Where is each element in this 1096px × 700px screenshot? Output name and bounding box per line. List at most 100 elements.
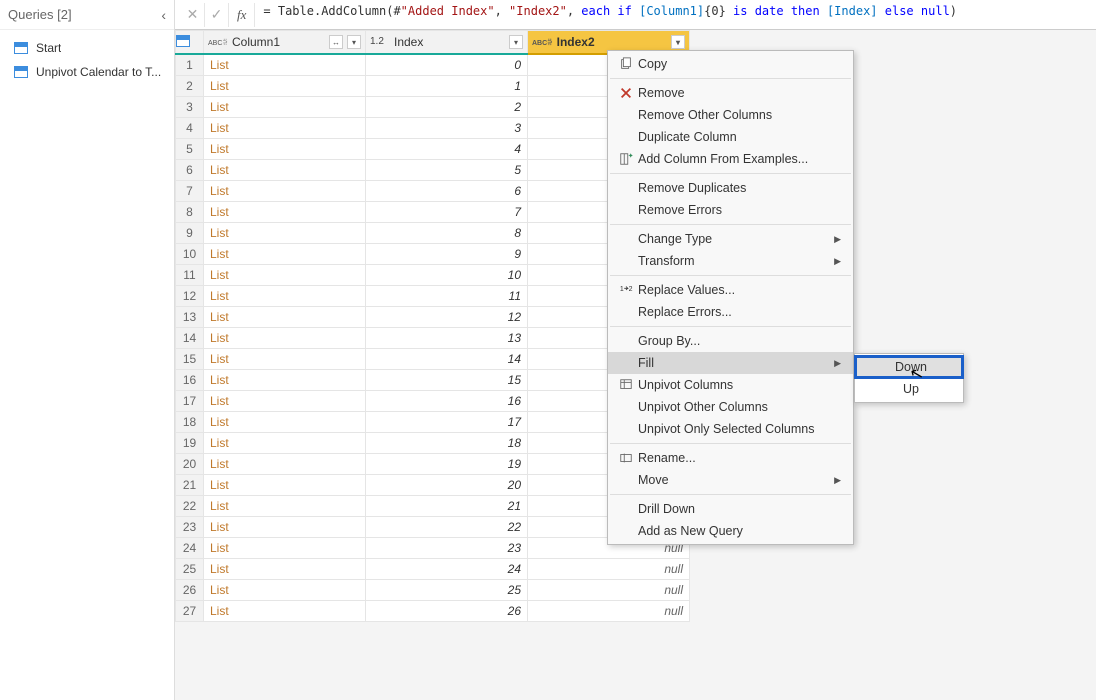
cell-column1[interactable]: List <box>204 600 366 621</box>
cell-index[interactable]: 18 <box>366 432 528 453</box>
menu-replace-values[interactable]: 12 Replace Values... <box>608 279 853 301</box>
cancel-formula-button[interactable]: ✕ <box>181 3 205 27</box>
row-number[interactable]: 2 <box>176 75 204 96</box>
menu-move[interactable]: Move ▶ <box>608 469 853 491</box>
menu-add-from-examples[interactable]: ✦ Add Column From Examples... <box>608 148 853 170</box>
menu-remove-duplicates[interactable]: Remove Duplicates <box>608 177 853 199</box>
row-number[interactable]: 21 <box>176 474 204 495</box>
cell-column1[interactable]: List <box>204 516 366 537</box>
row-number[interactable]: 1 <box>176 54 204 75</box>
column-dropdown-icon[interactable]: ▾ <box>347 35 361 49</box>
cell-column1[interactable]: List <box>204 75 366 96</box>
row-number[interactable]: 18 <box>176 411 204 432</box>
row-number[interactable]: 7 <box>176 180 204 201</box>
cell-index[interactable]: 6 <box>366 180 528 201</box>
cell-index2[interactable]: null <box>528 558 690 579</box>
cell-column1[interactable]: List <box>204 558 366 579</box>
menu-replace-errors[interactable]: Replace Errors... <box>608 301 853 323</box>
cell-index2[interactable]: null <box>528 579 690 600</box>
row-number[interactable]: 6 <box>176 159 204 180</box>
cell-column1[interactable]: List <box>204 243 366 264</box>
row-number[interactable]: 14 <box>176 327 204 348</box>
cell-column1[interactable]: List <box>204 474 366 495</box>
row-number[interactable]: 20 <box>176 453 204 474</box>
cell-column1[interactable]: List <box>204 327 366 348</box>
cell-index[interactable]: 25 <box>366 579 528 600</box>
collapse-panel-icon[interactable]: ‹ <box>161 7 166 23</box>
row-number[interactable]: 3 <box>176 96 204 117</box>
cell-column1[interactable]: List <box>204 348 366 369</box>
menu-change-type[interactable]: Change Type ▶ <box>608 228 853 250</box>
formula-input[interactable]: = Table.AddColumn(#"Added Index", "Index… <box>255 4 1096 26</box>
row-number[interactable]: 16 <box>176 369 204 390</box>
column-dropdown-icon[interactable]: ▾ <box>509 35 523 49</box>
row-number[interactable]: 26 <box>176 579 204 600</box>
column-header-column1[interactable]: Column1 ↔ ▾ <box>204 31 366 55</box>
cell-index[interactable]: 26 <box>366 600 528 621</box>
cell-index[interactable]: 21 <box>366 495 528 516</box>
table-row[interactable]: 25List24null <box>176 558 690 579</box>
menu-duplicate[interactable]: Duplicate Column <box>608 126 853 148</box>
row-number[interactable]: 13 <box>176 306 204 327</box>
menu-unpivot-only[interactable]: Unpivot Only Selected Columns <box>608 418 853 440</box>
menu-remove-other[interactable]: Remove Other Columns <box>608 104 853 126</box>
cell-index[interactable]: 17 <box>366 411 528 432</box>
menu-fill[interactable]: Fill ▶ <box>608 352 853 374</box>
fx-icon[interactable]: fx <box>229 3 255 27</box>
expand-button[interactable]: ↔ <box>329 35 343 49</box>
row-number[interactable]: 5 <box>176 138 204 159</box>
cell-index[interactable]: 7 <box>366 201 528 222</box>
cell-index[interactable]: 13 <box>366 327 528 348</box>
column-dropdown-icon[interactable]: ▾ <box>671 35 685 49</box>
cell-index[interactable]: 24 <box>366 558 528 579</box>
cell-index[interactable]: 12 <box>366 306 528 327</box>
cell-column1[interactable]: List <box>204 306 366 327</box>
cell-column1[interactable]: List <box>204 138 366 159</box>
cell-column1[interactable]: List <box>204 411 366 432</box>
row-number[interactable]: 23 <box>176 516 204 537</box>
menu-remove-errors[interactable]: Remove Errors <box>608 199 853 221</box>
row-number[interactable]: 17 <box>176 390 204 411</box>
cell-column1[interactable]: List <box>204 180 366 201</box>
cell-index[interactable]: 5 <box>366 159 528 180</box>
cell-index[interactable]: 4 <box>366 138 528 159</box>
cell-index[interactable]: 15 <box>366 369 528 390</box>
cell-index[interactable]: 1 <box>366 75 528 96</box>
table-row[interactable]: 27List26null <box>176 600 690 621</box>
cell-index[interactable]: 2 <box>366 96 528 117</box>
cell-column1[interactable]: List <box>204 579 366 600</box>
menu-add-as-new-query[interactable]: Add as New Query <box>608 520 853 542</box>
cell-index[interactable]: 0 <box>366 54 528 75</box>
menu-unpivot-other[interactable]: Unpivot Other Columns <box>608 396 853 418</box>
row-number[interactable]: 25 <box>176 558 204 579</box>
accept-formula-button[interactable]: ✓ <box>205 3 229 27</box>
cell-column1[interactable]: List <box>204 96 366 117</box>
column-header-index[interactable]: Index ▾ <box>366 31 528 55</box>
cell-column1[interactable]: List <box>204 369 366 390</box>
cell-column1[interactable]: List <box>204 495 366 516</box>
fill-up[interactable]: Up <box>855 378 963 400</box>
row-number[interactable]: 9 <box>176 222 204 243</box>
cell-index[interactable]: 9 <box>366 243 528 264</box>
row-number[interactable]: 8 <box>176 201 204 222</box>
menu-remove[interactable]: Remove <box>608 82 853 104</box>
query-item-start[interactable]: Start <box>0 36 174 60</box>
cell-column1[interactable]: List <box>204 537 366 558</box>
cell-column1[interactable]: List <box>204 201 366 222</box>
row-number[interactable]: 11 <box>176 264 204 285</box>
cell-index[interactable]: 14 <box>366 348 528 369</box>
fill-down[interactable]: Down <box>855 356 963 378</box>
cell-index[interactable]: 20 <box>366 474 528 495</box>
menu-drill-down[interactable]: Drill Down <box>608 498 853 520</box>
cell-column1[interactable]: List <box>204 264 366 285</box>
cell-index[interactable]: 23 <box>366 537 528 558</box>
row-number[interactable]: 12 <box>176 285 204 306</box>
row-number[interactable]: 22 <box>176 495 204 516</box>
cell-column1[interactable]: List <box>204 285 366 306</box>
row-number[interactable]: 24 <box>176 537 204 558</box>
cell-column1[interactable]: List <box>204 117 366 138</box>
cell-column1[interactable]: List <box>204 453 366 474</box>
menu-group-by[interactable]: Group By... <box>608 330 853 352</box>
cell-index[interactable]: 22 <box>366 516 528 537</box>
menu-copy[interactable]: Copy <box>608 53 853 75</box>
